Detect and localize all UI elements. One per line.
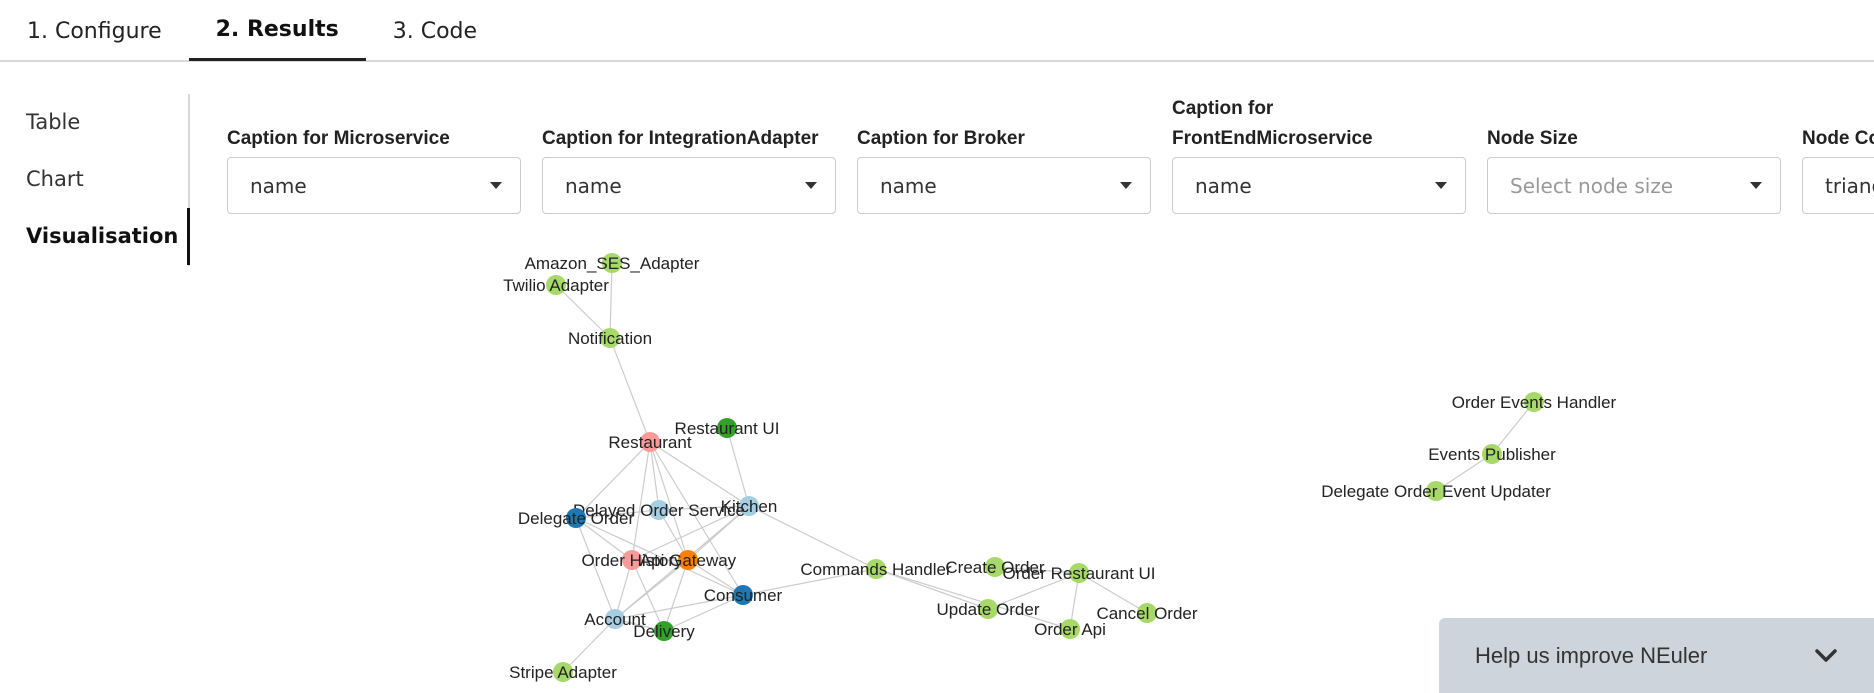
graph-edge — [609, 262, 613, 339]
graph-edge — [663, 559, 689, 632]
graph-node-label: Order Events Handler — [1452, 393, 1617, 412]
graph-node-label: Restaurant UI — [675, 419, 780, 438]
graph-node-order-restaurant-ui[interactable]: Order Restaurant UI — [1002, 563, 1156, 583]
caret-down-icon — [1435, 182, 1447, 189]
graph-node-label: Order Api — [1034, 620, 1106, 639]
caption-microservice-value: name — [250, 173, 307, 198]
graph-node-delegate-updater[interactable]: Delegate Order Event Updater — [1321, 481, 1551, 501]
caption-integrationadapter-select[interactable]: name — [542, 157, 836, 214]
tab-configure[interactable]: 1. Configure — [0, 1, 189, 61]
graph-node-twilio[interactable]: Twilio Adapter — [503, 275, 609, 295]
caret-down-icon — [1750, 182, 1762, 189]
graph-node-label: Stripe Adapter — [509, 663, 617, 682]
caption-integrationadapter-control: Caption for IntegrationAdapter name — [542, 124, 836, 214]
tab-results[interactable]: 2. Results — [188, 1, 366, 61]
tab-code[interactable]: 3. Code — [366, 1, 504, 61]
side-nav-table[interactable]: Table — [0, 94, 188, 151]
graph-node-label: Delivery — [633, 622, 695, 641]
graph-node-api-gateway[interactable]: Api Gateway — [640, 550, 737, 570]
node-color-label: Node Co — [1802, 128, 1874, 149]
graph-node-label: Amazon_SES_Adapter — [525, 254, 700, 273]
visualisation-controls: Caption for Microservice name Caption fo… — [227, 94, 1874, 214]
caption-microservice-select[interactable]: name — [227, 157, 521, 214]
caret-down-icon — [1120, 182, 1132, 189]
graph-node-label: Twilio Adapter — [503, 276, 609, 295]
graph-edge — [649, 441, 660, 511]
chevron-down-icon[interactable] — [1814, 648, 1838, 664]
caption-microservice-control: Caption for Microservice name — [227, 124, 521, 214]
side-nav-chart[interactable]: Chart — [0, 151, 188, 208]
graph-node-label: Order Restaurant UI — [1002, 564, 1155, 583]
graph-node-amazon[interactable]: Amazon_SES_Adapter — [525, 253, 700, 273]
graph-node-order-events[interactable]: Order Events Handler — [1452, 392, 1617, 412]
graph-node-notification[interactable]: Notification — [568, 328, 652, 348]
caption-frontendmicroservice-label: Caption for FrontEndMicroservice — [1172, 98, 1373, 149]
node-size-placeholder: Select node size — [1510, 173, 1674, 198]
node-color-value: triang — [1825, 173, 1874, 198]
graph-node-cancel-order[interactable]: Cancel Order — [1096, 603, 1198, 623]
node-size-label: Node Size — [1487, 128, 1578, 149]
feedback-label: Help us improve NEuler — [1475, 642, 1708, 668]
caption-broker-label: Caption for Broker — [857, 128, 1025, 149]
graph-node-label: Events Publisher — [1428, 445, 1556, 464]
graph-node-events-publisher[interactable]: Events Publisher — [1428, 444, 1556, 464]
graph-node-label: Notification — [568, 329, 652, 348]
graph-node-label: Update Order — [937, 600, 1040, 619]
node-color-select[interactable]: triang — [1802, 157, 1874, 214]
results-tabs: 1. Configure 2. Results 3. Code — [0, 0, 1874, 62]
node-color-control: Node Co triang — [1802, 124, 1874, 214]
feedback-banner[interactable]: Help us improve NEuler — [1439, 618, 1874, 693]
caption-microservice-label: Caption for Microservice — [227, 128, 450, 149]
node-size-control: Node Size Select node size — [1487, 124, 1781, 214]
caption-frontendmicroservice-select[interactable]: name — [1172, 157, 1466, 214]
graph-node-label: Delegate Order Event Updater — [1321, 482, 1551, 501]
graph-edges — [555, 262, 1535, 673]
caption-broker-control: Caption for Broker name — [857, 124, 1151, 214]
graph-node-restaurant-ui[interactable]: Restaurant UI — [675, 418, 780, 438]
graph-node-label: Consumer — [704, 586, 783, 605]
graph-node-update-order[interactable]: Update Order — [937, 599, 1040, 619]
graph-node-label: Cancel Order — [1096, 604, 1197, 623]
caption-integrationadapter-value: name — [565, 173, 622, 198]
graph-node-commands[interactable]: Commands Handler — [800, 559, 952, 579]
graph-node-consumer[interactable]: Consumer — [704, 585, 783, 605]
caret-down-icon — [805, 182, 817, 189]
graph-node-delegate[interactable]: Delegate Order — [518, 508, 635, 528]
caption-frontendmicroservice-value: name — [1195, 173, 1252, 198]
graph-node-delivery[interactable]: Delivery — [633, 621, 695, 641]
caption-broker-select[interactable]: name — [857, 157, 1151, 214]
caption-integrationadapter-label: Caption for IntegrationAdapter — [542, 128, 819, 149]
graph-node-label: Delegate Order — [518, 509, 635, 528]
graph-edge — [609, 337, 651, 443]
caption-frontendmicroservice-control: Caption for FrontEndMicroservice name — [1172, 94, 1466, 214]
graph-node-label: Api Gateway — [640, 551, 737, 570]
caption-broker-value: name — [880, 173, 937, 198]
node-size-select[interactable]: Select node size — [1487, 157, 1781, 214]
graph-node-stripe[interactable]: Stripe Adapter — [509, 662, 617, 682]
graph-node-order-api[interactable]: Order Api — [1034, 619, 1106, 639]
caret-down-icon — [490, 182, 502, 189]
graph-node-label: Commands Handler — [800, 560, 952, 579]
